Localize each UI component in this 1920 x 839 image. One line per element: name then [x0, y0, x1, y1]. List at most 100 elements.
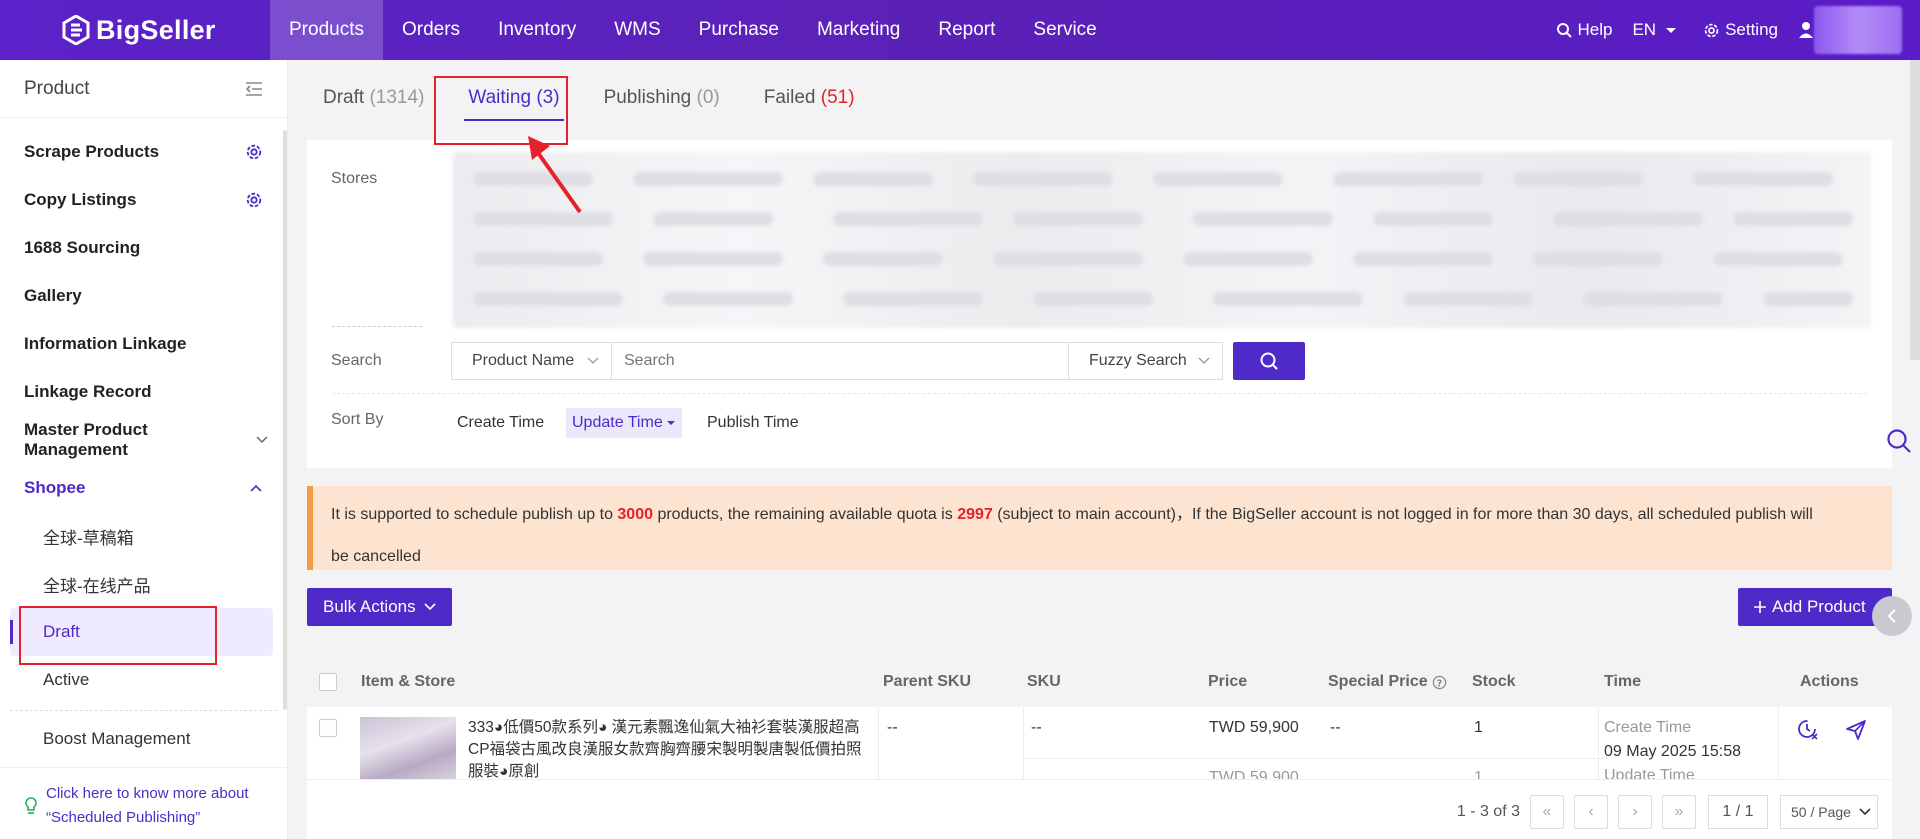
- chevron-up-icon: [250, 484, 262, 492]
- gear-icon: [1704, 23, 1719, 37]
- tab-draft[interactable]: Draft (1314): [319, 87, 428, 109]
- nav-products[interactable]: Products: [270, 0, 383, 60]
- th-stock: Stock: [1472, 673, 1516, 690]
- chevron-down-icon: [1198, 357, 1210, 364]
- sidebar-item-information-linkage[interactable]: Information Linkage: [0, 320, 287, 368]
- first-page-button[interactable]: «: [1530, 795, 1564, 829]
- parent-sku: --: [887, 719, 898, 736]
- account-avatar[interactable]: [1814, 6, 1902, 54]
- th-price: Price: [1208, 673, 1248, 690]
- sort-create-time[interactable]: Create Time: [451, 408, 550, 438]
- sidebar-divider: [10, 710, 277, 711]
- nav-wms[interactable]: WMS: [595, 0, 679, 60]
- language-select[interactable]: EN: [1632, 20, 1683, 40]
- tab-failed[interactable]: Failed (51): [760, 87, 859, 109]
- product-title[interactable]: 333◕低價50款系列◕ 漢元素飄逸仙氣大袖衫套裝漢服超高CP福袋古風改良漢服女…: [468, 717, 872, 779]
- sidebar-sub-boost-management[interactable]: Boost Management: [0, 717, 287, 761]
- search-input[interactable]: [612, 342, 1068, 380]
- add-product-button[interactable]: Add Product: [1738, 588, 1892, 626]
- search-label: Search: [331, 352, 382, 369]
- help-circle-icon[interactable]: ?: [1432, 675, 1447, 690]
- search-icon: [1557, 23, 1573, 38]
- th-time: Time: [1604, 673, 1642, 690]
- sort-label: Sort By: [331, 411, 384, 428]
- gear-icon[interactable]: [245, 191, 263, 209]
- prev-page-button[interactable]: ‹: [1574, 795, 1608, 829]
- stores-divider: [332, 326, 422, 327]
- setting-link[interactable]: Setting: [1703, 20, 1778, 40]
- stores-list-blurred[interactable]: [453, 152, 1871, 328]
- page-size-select[interactable]: 50 / Page: [1780, 795, 1878, 829]
- search-bar: Product Name Fuzzy Search: [451, 342, 1305, 380]
- tab-publishing[interactable]: Publishing (0): [600, 87, 724, 109]
- publish-now-icon[interactable]: [1845, 719, 1867, 741]
- nav-purchase[interactable]: Purchase: [680, 0, 798, 60]
- collapse-menu-icon[interactable]: [245, 81, 263, 97]
- nav-service[interactable]: Service: [1014, 0, 1115, 60]
- sidebar-group-shopee[interactable]: Shopee: [0, 464, 287, 512]
- sidebar-item-master-product-management[interactable]: Master Product Management: [0, 416, 287, 464]
- sidebar-sub-global-drafts[interactable]: 全球-草稿箱: [0, 512, 287, 560]
- search-button[interactable]: [1233, 342, 1305, 380]
- page-input[interactable]: 1 / 1: [1708, 795, 1768, 829]
- pagination-range: 1 - 3 of 3: [1456, 803, 1520, 820]
- sort-publish-time[interactable]: Publish Time: [701, 408, 805, 438]
- sidebar-scrollbar[interactable]: [283, 130, 287, 710]
- pagination: 1 - 3 of 3 « ‹ › » 1 / 1 50 / Page: [1457, 795, 1878, 829]
- price: TWD 59,900: [1209, 719, 1299, 736]
- sidebar-item-1688-sourcing[interactable]: 1688 Sourcing: [0, 224, 287, 272]
- help-line-2: “Scheduled Publishing”: [46, 809, 201, 826]
- nav-orders[interactable]: Orders: [383, 0, 479, 60]
- nav-marketing[interactable]: Marketing: [798, 0, 919, 60]
- last-page-button[interactable]: »: [1662, 795, 1696, 829]
- nav-report[interactable]: Report: [919, 0, 1014, 60]
- nav-inventory[interactable]: Inventory: [479, 0, 595, 60]
- create-time-label: Create Time: [1604, 719, 1692, 736]
- fuzzy-search-select[interactable]: Fuzzy Search: [1068, 342, 1223, 380]
- next-page-button[interactable]: ›: [1618, 795, 1652, 829]
- search-field-select[interactable]: Product Name: [451, 342, 612, 380]
- floating-search-icon[interactable]: [1886, 428, 1912, 454]
- user-icon[interactable]: [1798, 20, 1814, 40]
- help-line-1: Click here to know more about: [46, 785, 249, 802]
- active-indicator: [10, 620, 13, 644]
- schedule-quota-notice: It is supported to schedule publish up t…: [307, 486, 1892, 570]
- collapse-panel-button[interactable]: [1872, 596, 1912, 636]
- th-item-store: Item & Store: [361, 673, 456, 690]
- th-sku: SKU: [1027, 673, 1061, 690]
- sidebar-sub-global-online[interactable]: 全球-在线产品: [0, 560, 287, 608]
- chevron-down-icon: [256, 436, 268, 444]
- select-all-checkbox[interactable]: [319, 673, 337, 691]
- caret-down-icon: [666, 421, 675, 425]
- stores-label: Stores: [331, 170, 378, 187]
- top-nav: BigSeller Products Orders Inventory WMS …: [0, 0, 1920, 60]
- page-scrollbar[interactable]: [1910, 60, 1920, 360]
- help-link[interactable]: Help: [1556, 20, 1612, 40]
- bulk-actions-button[interactable]: Bulk Actions: [307, 588, 452, 626]
- table-row[interactable]: 333◕低價50款系列◕ 漢元素飄逸仙氣大袖衫套裝漢服超高CP福袋古風改良漢服女…: [307, 707, 1892, 779]
- sidebar-item-scrape-products[interactable]: Scrape Products: [0, 128, 287, 176]
- product-thumbnail[interactable]: [360, 717, 456, 779]
- quota-limit: 3000: [617, 506, 653, 523]
- th-actions: Actions: [1800, 673, 1859, 690]
- scheduled-publishing-help[interactable]: Click here to know more about “Scheduled…: [0, 767, 288, 839]
- svg-text:?: ?: [1436, 678, 1441, 689]
- sidebar-item-gallery[interactable]: Gallery: [0, 272, 287, 320]
- update-time-label: Update Time: [1604, 767, 1695, 779]
- plus-icon: [1754, 601, 1766, 613]
- sidebar-item-linkage-record[interactable]: Linkage Record: [0, 368, 287, 416]
- gear-icon[interactable]: [245, 143, 263, 161]
- brand-name: BigSeller: [96, 14, 216, 45]
- notice-line-2: be cancelled: [331, 548, 421, 565]
- annotation-box-draft: [19, 606, 217, 665]
- th-special-price: Special Price ?: [1328, 657, 1447, 707]
- sort-update-time[interactable]: Update Time: [566, 408, 682, 438]
- chevron-left-icon: [1887, 609, 1896, 623]
- row-checkbox[interactable]: [319, 719, 337, 737]
- cancel-schedule-icon[interactable]: [1797, 719, 1819, 741]
- brand-logo[interactable]: BigSeller: [0, 0, 270, 60]
- special-price: --: [1330, 719, 1341, 736]
- sidebar-item-copy-listings[interactable]: Copy Listings: [0, 176, 287, 224]
- stock-variant: 1: [1474, 769, 1483, 779]
- lightbulb-icon: [25, 797, 37, 814]
